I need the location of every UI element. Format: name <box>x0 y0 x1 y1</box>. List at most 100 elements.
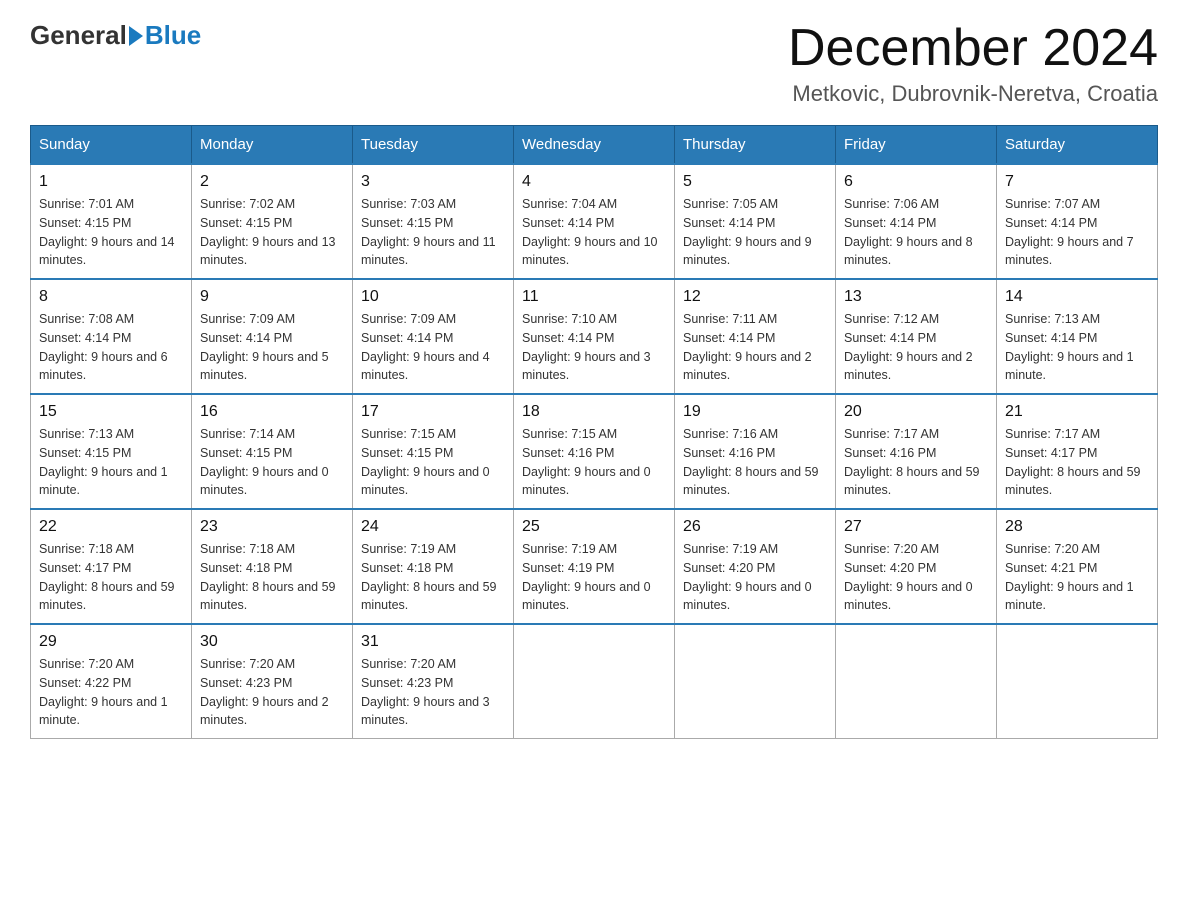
day-info: Sunrise: 7:10 AMSunset: 4:14 PMDaylight:… <box>522 310 666 385</box>
calendar-cell: 25Sunrise: 7:19 AMSunset: 4:19 PMDayligh… <box>514 509 675 624</box>
day-number: 16 <box>200 403 344 421</box>
calendar-cell: 12 Sunrise: 7:11 AMSunset: 4:14 PMDayligh… <box>675 279 836 394</box>
calendar-week-row: 29 Sunrise: 7:20 AMSunset: 4:22 PMDayligh… <box>31 624 1158 739</box>
calendar-cell: 31Sunrise: 7:20 AMSunset: 4:23 PMDayligh… <box>353 624 514 739</box>
calendar-cell <box>675 624 836 739</box>
day-number: 5 <box>683 173 827 191</box>
day-number: 19 <box>683 403 827 421</box>
calendar-cell: 18 Sunrise: 7:15 AMSunset: 4:16 PMDayligh… <box>514 394 675 509</box>
day-number: 29 <box>39 633 183 651</box>
logo: General Blue <box>30 20 201 51</box>
calendar-week-row: 22Sunrise: 7:18 AMSunset: 4:17 PMDayligh… <box>31 509 1158 624</box>
day-info: Sunrise: 7:11 AMSunset: 4:14 PMDaylight:… <box>683 310 827 385</box>
calendar-cell: 4 Sunrise: 7:04 AMSunset: 4:14 PMDaylight… <box>514 164 675 279</box>
day-number: 23 <box>200 518 344 536</box>
day-info: Sunrise: 7:07 AMSunset: 4:14 PMDaylight:… <box>1005 195 1149 270</box>
day-info: Sunrise: 7:15 AMSunset: 4:15 PMDaylight:… <box>361 425 505 500</box>
day-number: 31 <box>361 633 505 651</box>
calendar-cell: 6Sunrise: 7:06 AMSunset: 4:14 PMDaylight… <box>836 164 997 279</box>
logo-general-text: General <box>30 20 127 51</box>
calendar-week-row: 15 Sunrise: 7:13 AMSunset: 4:15 PMDayligh… <box>31 394 1158 509</box>
calendar-cell <box>514 624 675 739</box>
day-info: Sunrise: 7:20 AMSunset: 4:22 PMDaylight:… <box>39 655 183 730</box>
month-title: December 2024 <box>788 20 1158 77</box>
calendar-cell: 8 Sunrise: 7:08 AMSunset: 4:14 PMDaylight… <box>31 279 192 394</box>
day-info: Sunrise: 7:06 AMSunset: 4:14 PMDaylight:… <box>844 195 988 270</box>
day-info: Sunrise: 7:14 AMSunset: 4:15 PMDaylight:… <box>200 425 344 500</box>
day-info: Sunrise: 7:20 AMSunset: 4:20 PMDaylight:… <box>844 540 988 615</box>
day-number: 13 <box>844 288 988 306</box>
day-number: 12 <box>683 288 827 306</box>
day-info: Sunrise: 7:19 AMSunset: 4:20 PMDaylight:… <box>683 540 827 615</box>
logo-triangle-icon <box>129 26 143 46</box>
day-info: Sunrise: 7:17 AMSunset: 4:16 PMDaylight:… <box>844 425 988 500</box>
weekday-header-friday: Friday <box>836 126 997 165</box>
day-info: Sunrise: 7:12 AMSunset: 4:14 PMDaylight:… <box>844 310 988 385</box>
calendar-cell: 5 Sunrise: 7:05 AMSunset: 4:14 PMDaylight… <box>675 164 836 279</box>
day-number: 4 <box>522 173 666 191</box>
day-number: 21 <box>1005 403 1149 421</box>
calendar-cell: 7Sunrise: 7:07 AMSunset: 4:14 PMDaylight… <box>997 164 1158 279</box>
calendar-cell: 14 Sunrise: 7:13 AMSunset: 4:14 PMDayligh… <box>997 279 1158 394</box>
calendar-table: SundayMondayTuesdayWednesdayThursdayFrid… <box>30 125 1158 739</box>
day-number: 2 <box>200 173 344 191</box>
weekday-header-tuesday: Tuesday <box>353 126 514 165</box>
day-number: 24 <box>361 518 505 536</box>
weekday-header-monday: Monday <box>192 126 353 165</box>
logo-blue-text: Blue <box>145 20 201 51</box>
location-title: Metkovic, Dubrovnik-Neretva, Croatia <box>788 81 1158 107</box>
day-info: Sunrise: 7:18 AMSunset: 4:18 PMDaylight:… <box>200 540 344 615</box>
calendar-cell: 15 Sunrise: 7:13 AMSunset: 4:15 PMDayligh… <box>31 394 192 509</box>
calendar-cell: 17 Sunrise: 7:15 AMSunset: 4:15 PMDayligh… <box>353 394 514 509</box>
day-info: Sunrise: 7:17 AMSunset: 4:17 PMDaylight:… <box>1005 425 1149 500</box>
day-info: Sunrise: 7:15 AMSunset: 4:16 PMDaylight:… <box>522 425 666 500</box>
calendar-week-row: 8 Sunrise: 7:08 AMSunset: 4:14 PMDaylight… <box>31 279 1158 394</box>
day-number: 28 <box>1005 518 1149 536</box>
day-number: 27 <box>844 518 988 536</box>
calendar-cell: 26 Sunrise: 7:19 AMSunset: 4:20 PMDayligh… <box>675 509 836 624</box>
calendar-cell: 19 Sunrise: 7:16 AMSunset: 4:16 PMDayligh… <box>675 394 836 509</box>
calendar-cell: 21 Sunrise: 7:17 AMSunset: 4:17 PMDayligh… <box>997 394 1158 509</box>
day-number: 9 <box>200 288 344 306</box>
weekday-header-sunday: Sunday <box>31 126 192 165</box>
calendar-week-row: 1 Sunrise: 7:01 AMSunset: 4:15 PMDaylight… <box>31 164 1158 279</box>
calendar-cell: 16 Sunrise: 7:14 AMSunset: 4:15 PMDayligh… <box>192 394 353 509</box>
day-info: Sunrise: 7:18 AMSunset: 4:17 PMDaylight:… <box>39 540 183 615</box>
day-info: Sunrise: 7:13 AMSunset: 4:15 PMDaylight:… <box>39 425 183 500</box>
calendar-cell <box>997 624 1158 739</box>
calendar-cell: 10Sunrise: 7:09 AMSunset: 4:14 PMDayligh… <box>353 279 514 394</box>
calendar-cell: 13 Sunrise: 7:12 AMSunset: 4:14 PMDayligh… <box>836 279 997 394</box>
day-info: Sunrise: 7:19 AMSunset: 4:19 PMDaylight:… <box>522 540 666 615</box>
day-info: Sunrise: 7:13 AMSunset: 4:14 PMDaylight:… <box>1005 310 1149 385</box>
calendar-cell: 1 Sunrise: 7:01 AMSunset: 4:15 PMDaylight… <box>31 164 192 279</box>
day-info: Sunrise: 7:08 AMSunset: 4:14 PMDaylight:… <box>39 310 183 385</box>
title-area: December 2024 Metkovic, Dubrovnik-Neretv… <box>788 20 1158 107</box>
day-info: Sunrise: 7:20 AMSunset: 4:23 PMDaylight:… <box>200 655 344 730</box>
day-number: 15 <box>39 403 183 421</box>
calendar-cell: 3Sunrise: 7:03 AMSunset: 4:15 PMDaylight… <box>353 164 514 279</box>
calendar-cell: 30Sunrise: 7:20 AMSunset: 4:23 PMDayligh… <box>192 624 353 739</box>
calendar-cell: 20Sunrise: 7:17 AMSunset: 4:16 PMDayligh… <box>836 394 997 509</box>
calendar-cell: 28 Sunrise: 7:20 AMSunset: 4:21 PMDayligh… <box>997 509 1158 624</box>
day-number: 18 <box>522 403 666 421</box>
calendar-cell: 11Sunrise: 7:10 AMSunset: 4:14 PMDayligh… <box>514 279 675 394</box>
day-info: Sunrise: 7:04 AMSunset: 4:14 PMDaylight:… <box>522 195 666 270</box>
day-number: 26 <box>683 518 827 536</box>
weekday-header-saturday: Saturday <box>997 126 1158 165</box>
day-number: 14 <box>1005 288 1149 306</box>
calendar-cell: 29 Sunrise: 7:20 AMSunset: 4:22 PMDayligh… <box>31 624 192 739</box>
day-info: Sunrise: 7:02 AMSunset: 4:15 PMDaylight:… <box>200 195 344 270</box>
day-number: 8 <box>39 288 183 306</box>
day-info: Sunrise: 7:09 AMSunset: 4:14 PMDaylight:… <box>200 310 344 385</box>
day-info: Sunrise: 7:05 AMSunset: 4:14 PMDaylight:… <box>683 195 827 270</box>
day-info: Sunrise: 7:20 AMSunset: 4:21 PMDaylight:… <box>1005 540 1149 615</box>
day-info: Sunrise: 7:16 AMSunset: 4:16 PMDaylight:… <box>683 425 827 500</box>
day-number: 1 <box>39 173 183 191</box>
day-info: Sunrise: 7:19 AMSunset: 4:18 PMDaylight:… <box>361 540 505 615</box>
day-number: 17 <box>361 403 505 421</box>
weekday-header-row: SundayMondayTuesdayWednesdayThursdayFrid… <box>31 126 1158 165</box>
calendar-cell: 2 Sunrise: 7:02 AMSunset: 4:15 PMDaylight… <box>192 164 353 279</box>
calendar-cell: 22Sunrise: 7:18 AMSunset: 4:17 PMDayligh… <box>31 509 192 624</box>
day-info: Sunrise: 7:01 AMSunset: 4:15 PMDaylight:… <box>39 195 183 270</box>
weekday-header-thursday: Thursday <box>675 126 836 165</box>
